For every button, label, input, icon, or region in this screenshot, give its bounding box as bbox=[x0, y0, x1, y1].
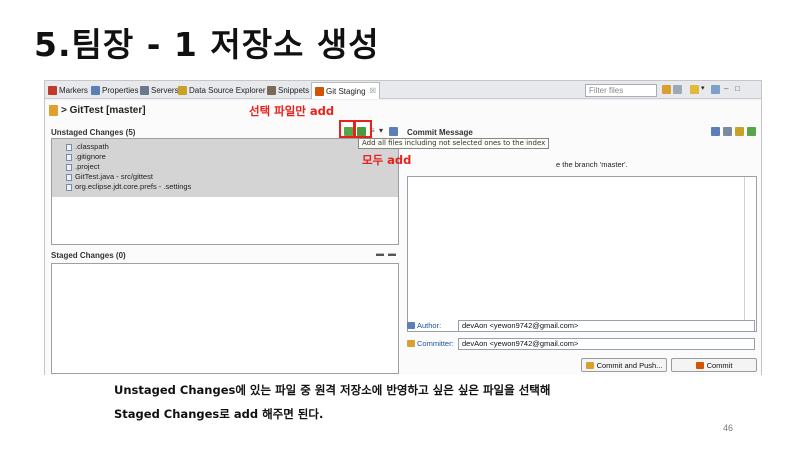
annotation-all-add: 모두 add bbox=[362, 153, 412, 167]
tab-git-staging-label: Git Staging bbox=[326, 86, 366, 96]
commit-scrollbar[interactable] bbox=[744, 177, 756, 331]
add-selected-highlight bbox=[339, 120, 355, 138]
staged-changes-title: Staged Changes (0) bbox=[51, 251, 126, 260]
tab-servers-label: Servers bbox=[151, 86, 179, 95]
sort-icon[interactable] bbox=[389, 127, 398, 136]
committer-label: Committer: bbox=[407, 339, 454, 348]
tab-markers[interactable]: Markers bbox=[48, 83, 88, 98]
tab-data-source-explorer[interactable]: Data Source Explorer bbox=[178, 83, 265, 98]
dropdown-icon[interactable]: ▾ bbox=[701, 84, 705, 92]
author-field[interactable]: devAon <yewon9742@gmail.com> bbox=[458, 320, 755, 332]
commit-push-icon bbox=[585, 361, 594, 369]
file-icon bbox=[66, 143, 72, 151]
tab-properties[interactable]: Properties bbox=[91, 83, 138, 98]
committer-field[interactable]: devAon <yewon9742@gmail.com> bbox=[458, 338, 755, 350]
page-number: 46 bbox=[723, 423, 734, 433]
caption-line-2: Staged Changes로 add 해주면 된다. bbox=[114, 407, 324, 421]
chevron-down-icon[interactable]: ▾ bbox=[379, 126, 383, 135]
filter-files-input[interactable]: Filter files bbox=[585, 84, 657, 97]
caption-line-1: Unstaged Changes에 있는 파일 중 원격 저장소에 반영하고 싶… bbox=[114, 383, 551, 397]
tab-snippets-label: Snippets bbox=[278, 86, 310, 95]
unstaged-changes-title: Unstaged Changes (5) bbox=[51, 128, 136, 137]
tab-data-source-label: Data Source Explorer bbox=[189, 86, 266, 95]
tab-snippets[interactable]: Snippets bbox=[267, 83, 309, 98]
commit-message-input[interactable] bbox=[407, 176, 757, 332]
commit-button[interactable]: Commit bbox=[671, 358, 757, 372]
file-name: org.eclipse.jdt.core.prefs - .settings bbox=[75, 182, 192, 191]
close-tab-icon[interactable]: ☒ bbox=[370, 87, 376, 95]
repository-title-text: > GitTest [master] bbox=[61, 105, 146, 116]
author-label: Author: bbox=[407, 321, 441, 330]
author-label-text: Author: bbox=[417, 321, 442, 330]
repository-title: > GitTest [master] bbox=[49, 105, 146, 116]
minimize-view-icon[interactable] bbox=[711, 85, 720, 94]
java-file-icon bbox=[66, 173, 72, 181]
commit-label: Commit bbox=[706, 360, 733, 370]
file-item[interactable]: org.eclipse.jdt.core.prefs - .settings bbox=[52, 182, 398, 192]
file-name: .gitignore bbox=[75, 152, 106, 161]
add-all-tooltip: Add all files including not selected one… bbox=[358, 138, 550, 149]
file-icon bbox=[66, 163, 72, 171]
file-icon bbox=[66, 153, 72, 161]
file-item[interactable]: .classpath bbox=[52, 142, 398, 152]
file-name: GitTest.java - src/gittest bbox=[75, 172, 153, 181]
staged-files-list bbox=[51, 263, 399, 374]
tab-markers-label: Markers bbox=[59, 86, 88, 95]
committer-label-text: Committer: bbox=[417, 339, 454, 348]
snippets-icon bbox=[267, 86, 276, 95]
data-source-icon bbox=[178, 86, 187, 95]
eclipse-window: Markers Properties Servers Data Source E… bbox=[44, 80, 762, 375]
view-tab-bar: Markers Properties Servers Data Source E… bbox=[45, 81, 761, 99]
file-item[interactable]: .project bbox=[52, 162, 398, 172]
file-item[interactable]: GitTest.java - src/gittest bbox=[52, 172, 398, 182]
add-all-highlight bbox=[354, 120, 372, 138]
filter-option-icon[interactable] bbox=[662, 85, 671, 94]
git-staging-icon bbox=[315, 86, 324, 96]
gerrit-icon[interactable] bbox=[735, 127, 744, 136]
commit-message-title: Commit Message bbox=[407, 128, 473, 137]
slide-title: 5.팀장 - 1 저장소 생성 bbox=[34, 25, 380, 64]
annotation-selected-add: 선택 파일만 add bbox=[249, 104, 335, 118]
maximize-icon[interactable]: □ bbox=[735, 84, 740, 93]
properties-icon bbox=[91, 86, 100, 95]
open-perspective-icon[interactable] bbox=[690, 85, 699, 94]
tab-git-staging[interactable]: Git Staging ☒ bbox=[311, 82, 380, 99]
file-name: .project bbox=[75, 162, 100, 171]
commit-and-push-button[interactable]: Commit and Push... bbox=[581, 358, 667, 372]
commit-and-push-label: Commit and Push... bbox=[596, 360, 663, 370]
selection-band: .classpath .gitignore .project GitTest.j… bbox=[52, 139, 398, 197]
amend-icon[interactable] bbox=[723, 127, 732, 136]
markers-icon bbox=[48, 86, 57, 95]
commit-icon bbox=[695, 361, 704, 369]
remove-all-staged-icon[interactable]: ▬ bbox=[388, 249, 396, 258]
commit-message-hint: e the branch 'master'. bbox=[556, 160, 628, 169]
minimize-icon[interactable]: – bbox=[724, 84, 728, 93]
committer-icon bbox=[407, 340, 415, 347]
repository-icon bbox=[49, 105, 58, 116]
change-id-icon[interactable] bbox=[747, 127, 756, 136]
tab-servers[interactable]: Servers bbox=[140, 83, 179, 98]
remove-staged-icon[interactable]: ▬ bbox=[376, 249, 384, 258]
file-icon bbox=[66, 183, 72, 191]
sign-off-icon[interactable] bbox=[711, 127, 720, 136]
file-item[interactable]: .gitignore bbox=[52, 152, 398, 162]
servers-icon bbox=[140, 86, 149, 95]
toggle-view-icon[interactable] bbox=[673, 85, 682, 94]
file-name: .classpath bbox=[75, 142, 109, 151]
tab-properties-label: Properties bbox=[102, 86, 139, 95]
author-icon bbox=[407, 322, 415, 329]
unstaged-files-list: .classpath .gitignore .project GitTest.j… bbox=[51, 138, 399, 245]
